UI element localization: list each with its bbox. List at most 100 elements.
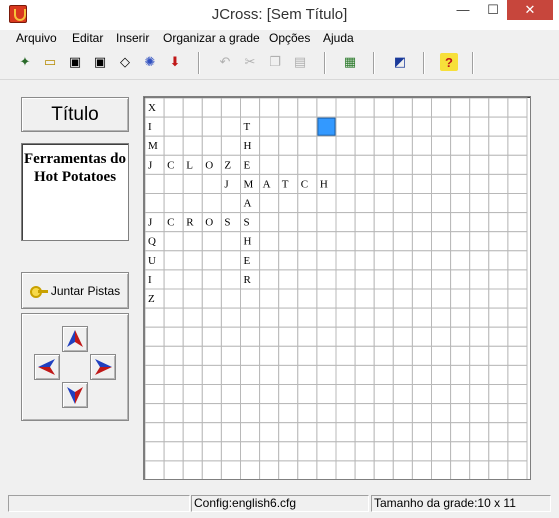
grid-cell[interactable] — [507, 364, 528, 385]
grid-cell[interactable] — [278, 97, 299, 118]
grid-cell[interactable] — [163, 384, 184, 405]
grid-cell[interactable] — [431, 441, 452, 462]
grid-cell[interactable] — [431, 250, 452, 271]
grid-cell[interactable] — [240, 345, 261, 366]
grid-cell[interactable] — [335, 364, 356, 385]
grid-cell[interactable] — [450, 212, 471, 233]
grid-cell[interactable] — [488, 193, 509, 214]
grid-cell[interactable] — [431, 345, 452, 366]
move-right-button[interactable] — [90, 354, 116, 380]
grid-cell[interactable] — [411, 460, 432, 479]
grid-cell[interactable] — [278, 364, 299, 385]
grid-cell[interactable] — [297, 231, 318, 252]
grid-cell[interactable] — [240, 441, 261, 462]
grid-cell[interactable] — [373, 173, 394, 195]
grid-cell[interactable] — [163, 250, 184, 271]
grid-cell[interactable] — [201, 422, 222, 443]
grid-cell[interactable] — [431, 288, 452, 309]
grid-cell[interactable] — [450, 269, 471, 290]
grid-cell[interactable] — [259, 441, 280, 462]
grid-cell[interactable] — [373, 250, 394, 271]
grid-cell[interactable] — [411, 422, 432, 443]
grid-cell[interactable] — [335, 231, 356, 252]
grid-cell[interactable] — [431, 231, 452, 252]
grid-cell[interactable] — [259, 460, 280, 479]
grid-cell[interactable] — [411, 116, 432, 137]
grid-cell[interactable] — [373, 364, 394, 385]
grid-cell[interactable] — [297, 97, 318, 118]
grid-cell[interactable] — [259, 326, 280, 347]
grid-cell[interactable] — [201, 116, 222, 137]
grid-cell[interactable] — [431, 460, 452, 479]
grid-cell[interactable] — [469, 307, 490, 328]
grid-cell[interactable] — [220, 441, 242, 462]
grid-cell[interactable] — [163, 116, 184, 137]
grid-cell[interactable] — [431, 422, 452, 443]
grid-cell[interactable] — [144, 441, 165, 462]
paste-icon[interactable]: ▤ — [291, 53, 309, 71]
grid-cell[interactable] — [144, 422, 165, 443]
grid-cell[interactable] — [335, 269, 356, 290]
grid-cell[interactable] — [354, 269, 375, 290]
grid-cell[interactable] — [201, 193, 222, 214]
grid-cell[interactable] — [259, 403, 280, 424]
grid-cell[interactable] — [507, 231, 528, 252]
grid-cell[interactable] — [354, 288, 375, 309]
save-icon[interactable]: ▣ — [66, 53, 84, 71]
grid-cell[interactable] — [373, 441, 394, 462]
grid-cell[interactable] — [507, 345, 528, 366]
grid-cell[interactable] — [259, 135, 280, 156]
grid-cell[interactable] — [144, 173, 165, 195]
grid-cell[interactable] — [297, 193, 318, 214]
maximize-button[interactable]: ☐ — [479, 0, 507, 20]
grid-cell[interactable] — [488, 422, 509, 443]
grid-cell[interactable] — [297, 269, 318, 290]
grid-cell[interactable] — [163, 193, 184, 214]
grid-cell[interactable] — [354, 326, 375, 347]
grid-cell[interactable] — [488, 231, 509, 252]
menu-arquivo[interactable]: Arquivo — [16, 31, 57, 45]
grid-cell[interactable] — [316, 288, 337, 309]
grid-cell[interactable] — [488, 403, 509, 424]
grid-cell[interactable] — [411, 288, 432, 309]
minimize-button[interactable]: — — [449, 0, 477, 20]
selected-cell[interactable] — [317, 117, 336, 136]
grid-cell[interactable] — [335, 403, 356, 424]
grid-cell[interactable] — [373, 135, 394, 156]
grid-cell[interactable] — [373, 288, 394, 309]
grid-cell[interactable] — [488, 135, 509, 156]
grid-cell[interactable] — [335, 135, 356, 156]
grid-cell[interactable] — [469, 212, 490, 233]
grid-cell[interactable] — [354, 345, 375, 366]
move-left-button[interactable] — [34, 354, 60, 380]
grid-cell[interactable] — [182, 307, 203, 328]
grid-cell[interactable] — [201, 269, 222, 290]
grid-cell[interactable] — [316, 345, 337, 366]
grid-cell[interactable] — [316, 250, 337, 271]
grid-cell[interactable] — [469, 269, 490, 290]
grid-cell[interactable] — [507, 441, 528, 462]
grid-cell[interactable] — [163, 288, 184, 309]
grid-cell[interactable] — [507, 307, 528, 328]
grid-cell[interactable] — [354, 364, 375, 385]
grid-cell[interactable] — [316, 384, 337, 405]
grid-cell[interactable] — [201, 97, 222, 118]
web-page-icon[interactable]: ✺ — [141, 53, 159, 71]
grid-cell[interactable] — [507, 250, 528, 271]
grid-cell[interactable] — [392, 116, 413, 137]
grid-cell[interactable] — [201, 288, 222, 309]
grid-cell[interactable] — [373, 116, 394, 137]
grid-cell[interactable] — [354, 193, 375, 214]
grid-cell[interactable] — [220, 403, 242, 424]
grid-cell[interactable] — [259, 193, 280, 214]
grid-cell[interactable] — [411, 345, 432, 366]
grid-cell[interactable] — [411, 135, 432, 156]
grid-cell[interactable] — [392, 97, 413, 118]
grid-cell[interactable] — [240, 288, 261, 309]
grid-cell[interactable] — [469, 460, 490, 479]
grid-cell[interactable] — [507, 403, 528, 424]
grid-cell[interactable] — [373, 403, 394, 424]
grid-cell[interactable] — [220, 135, 242, 156]
grid-cell[interactable] — [316, 231, 337, 252]
grid-cell[interactable] — [354, 135, 375, 156]
